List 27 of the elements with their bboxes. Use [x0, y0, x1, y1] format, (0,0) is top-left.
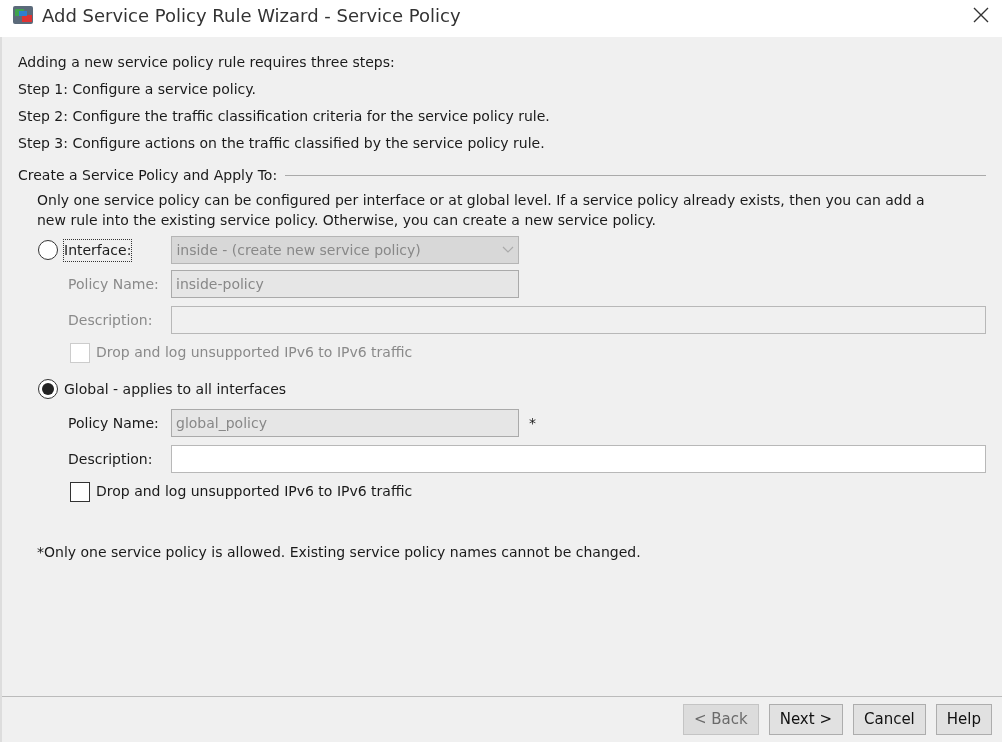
group-note: Only one service policy can be configured per interface or at global level. If a service policy already exists, then you can add a new rule into the existing service policy. Otherwise, you can create a new service policy. [37, 191, 926, 230]
window-title: Add Service Policy Rule Wizard - Service Policy [42, 3, 461, 28]
field-label: Policy Name: [68, 274, 160, 294]
intro-text: Step 1: Configure a service policy. [18, 80, 257, 99]
chevron-down-icon [502, 246, 515, 254]
field-label: Description: [68, 449, 154, 469]
footnote-text: *Only one service policy is allowed. Existing service policy names cannot be changed. [37, 543, 642, 562]
description-field[interactable] [171, 445, 986, 473]
group-legend: Create a Service Policy and Apply To: [18, 165, 278, 186]
close-icon[interactable] [972, 6, 990, 24]
wizard-button[interactable]: Next > [768, 704, 843, 735]
checkbox-label[interactable]: Drop and log unsupported IPv6 to IPv6 traffic [96, 481, 413, 502]
required-mark: * [529, 413, 537, 433]
intro-text: Adding a new service policy rule requires three steps: [18, 53, 396, 72]
radio-button[interactable] [38, 379, 58, 399]
app-icon [12, 5, 34, 25]
radio-label[interactable]: Interface: [64, 239, 132, 261]
radio-button[interactable] [38, 240, 58, 260]
field-label: Description: [68, 310, 154, 330]
intro-text: Step 2: Configure the traffic classification criteria for the service policy rule. [18, 107, 551, 126]
field-label: Policy Name: [68, 413, 160, 433]
intro-text: Step 3: Configure actions on the traffic classified by the service policy rule. [18, 134, 546, 153]
wizard-button[interactable]: Help [935, 704, 992, 735]
wizard-button[interactable]: Cancel [852, 704, 926, 735]
checkbox[interactable] [70, 481, 90, 502]
radio-label[interactable]: Global - applies to all interfaces [64, 378, 287, 400]
description-field[interactable] [171, 306, 986, 334]
